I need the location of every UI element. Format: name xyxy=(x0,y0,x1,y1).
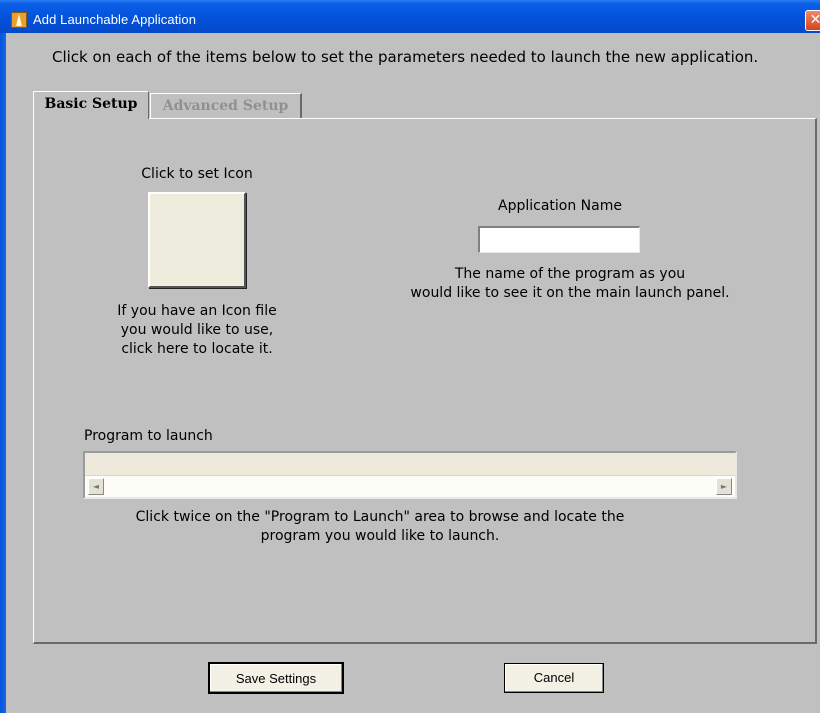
icon-help-line: If you have an Icon file xyxy=(117,303,277,319)
app-name-input[interactable] xyxy=(478,226,640,253)
window-border xyxy=(0,33,6,713)
app-name-help-line: The name of the program as you xyxy=(454,266,686,282)
icon-help-line: you would like to use, xyxy=(120,322,274,338)
scroll-left-icon[interactable]: ◄ xyxy=(88,478,104,495)
program-to-launch-field[interactable]: ◄ ► xyxy=(83,451,737,499)
close-button[interactable]: ✕ xyxy=(805,10,820,31)
instructions-text: Click on each of the items below to set … xyxy=(52,48,759,66)
program-label: Program to launch xyxy=(84,428,213,444)
program-help-line: Click twice on the "Program to Launch" a… xyxy=(135,509,625,525)
icon-label: Click to set Icon xyxy=(141,166,253,182)
title-bar[interactable]: Add Launchable Application ✕ xyxy=(0,0,820,33)
window-title: Add Launchable Application xyxy=(33,12,197,27)
app-name-help-line: would like to see it on the main launch … xyxy=(410,285,730,301)
save-settings-button[interactable]: Save Settings xyxy=(208,662,344,694)
tab-basic-setup[interactable]: Basic Setup xyxy=(33,91,149,119)
cancel-button[interactable]: Cancel xyxy=(504,663,604,693)
icon-help-text: If you have an Icon file you would like … xyxy=(87,302,307,359)
set-icon-button[interactable] xyxy=(148,192,246,288)
icon-help-line: click here to locate it. xyxy=(121,341,273,357)
app-name-help-text: The name of the program as you would lik… xyxy=(380,265,760,303)
tab-advanced-setup[interactable]: Advanced Setup xyxy=(150,93,302,119)
launcher-icon xyxy=(11,12,27,28)
horizontal-scrollbar[interactable]: ◄ ► xyxy=(85,475,735,497)
program-help-line: program you would like to launch. xyxy=(260,528,500,544)
app-name-label: Application Name xyxy=(498,198,622,214)
program-help-text: Click twice on the "Program to Launch" a… xyxy=(90,508,670,546)
scroll-right-icon[interactable]: ► xyxy=(716,478,732,495)
